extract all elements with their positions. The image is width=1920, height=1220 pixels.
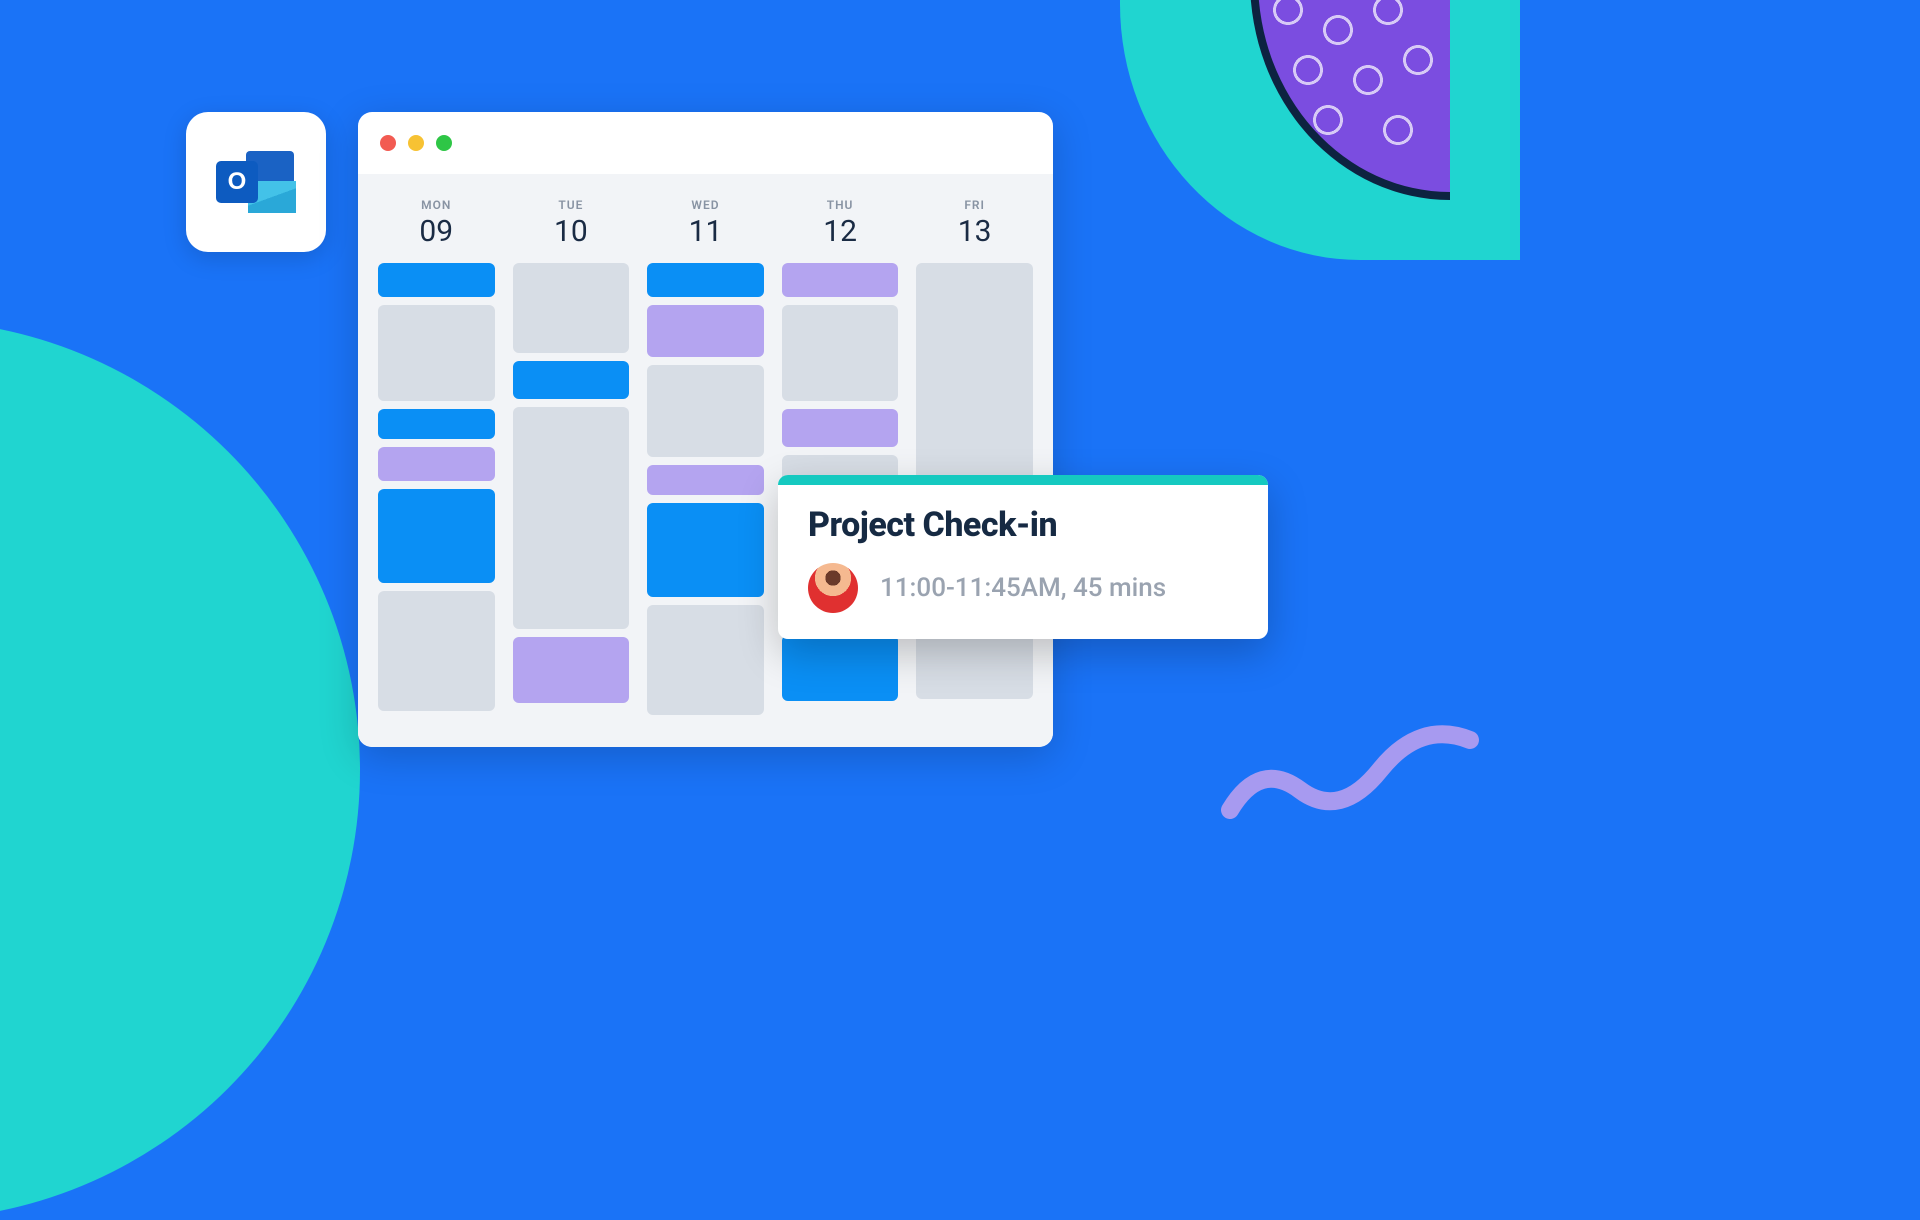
day-number: 11 <box>689 214 723 249</box>
calendar-empty-block <box>513 407 630 629</box>
calendar-window: MON 09 TUE 10 WED 11 THU 12 FRI 13 <box>358 112 1053 747</box>
day-slots <box>647 263 764 727</box>
calendar-empty-block <box>378 305 495 401</box>
decorative-squiggle <box>1220 650 1480 830</box>
day-column: MON 09 <box>378 198 495 727</box>
decorative-leaf <box>1250 0 1450 200</box>
day-number: 10 <box>554 214 588 249</box>
event-title: Project Check-in <box>808 505 1238 545</box>
calendar-empty-block <box>782 305 899 401</box>
window-close-button[interactable] <box>380 135 396 151</box>
day-slots <box>378 263 495 727</box>
window-zoom-button[interactable] <box>436 135 452 151</box>
calendar-event-block[interactable] <box>378 447 495 481</box>
event-popover[interactable]: Project Check-in 11:00-11:45AM, 45 mins <box>778 475 1268 639</box>
day-column: WED 11 <box>647 198 764 727</box>
calendar-event-block[interactable] <box>782 263 899 297</box>
calendar-event-block[interactable] <box>513 361 630 399</box>
calendar-empty-block <box>647 605 764 715</box>
event-accent-stripe <box>778 475 1268 485</box>
outlook-letter: O <box>228 168 247 196</box>
calendar-body: MON 09 TUE 10 WED 11 THU 12 FRI 13 <box>358 174 1053 747</box>
day-column: FRI 13 <box>916 198 1033 727</box>
calendar-event-block[interactable] <box>378 263 495 297</box>
calendar-event-block[interactable] <box>782 409 899 447</box>
day-number: 09 <box>419 214 453 249</box>
day-label: FRI <box>964 198 985 212</box>
attendee-avatar <box>808 563 858 613</box>
window-minimize-button[interactable] <box>408 135 424 151</box>
calendar-event-block[interactable] <box>782 635 899 701</box>
day-column: TUE 10 <box>513 198 630 727</box>
day-column: THU 12 <box>782 198 899 727</box>
calendar-event-block[interactable] <box>378 409 495 439</box>
calendar-empty-block <box>647 365 764 457</box>
window-titlebar <box>358 112 1053 174</box>
day-label: TUE <box>558 198 583 212</box>
calendar-event-block[interactable] <box>513 637 630 703</box>
event-time: 11:00-11:45AM, 45 mins <box>880 573 1166 603</box>
day-label: WED <box>691 198 719 212</box>
day-number: 13 <box>958 214 992 249</box>
calendar-event-block[interactable] <box>378 489 495 583</box>
day-slots <box>513 263 630 727</box>
calendar-event-block[interactable] <box>647 465 764 495</box>
calendar-event-block[interactable] <box>647 503 764 597</box>
calendar-empty-block <box>513 263 630 353</box>
day-label: THU <box>827 198 854 212</box>
calendar-event-block[interactable] <box>647 305 764 357</box>
day-number: 12 <box>823 214 857 249</box>
decorative-blob-left <box>0 320 360 1220</box>
calendar-empty-block <box>378 591 495 711</box>
outlook-icon: O <box>216 147 296 217</box>
calendar-event-block[interactable] <box>647 263 764 297</box>
day-label: MON <box>421 198 451 212</box>
outlook-app-card: O <box>186 112 326 252</box>
